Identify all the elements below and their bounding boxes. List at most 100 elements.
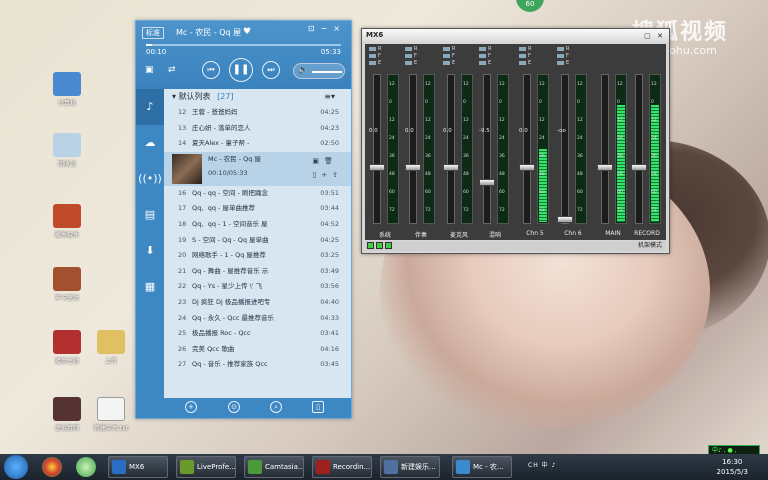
mv-icon[interactable]: ▤ <box>136 197 164 233</box>
row-duration: 04:40 <box>320 297 339 306</box>
search-icon[interactable]: ⌕ <box>270 401 282 413</box>
progress-bar[interactable] <box>146 44 341 46</box>
playlist-row[interactable]: 18 Qq、qq - 1 - 空间音乐 屋 04:52 <box>164 217 351 233</box>
apps-grid-icon[interactable]: ▦ <box>136 269 164 305</box>
volume-control[interactable]: 🔈 <box>293 63 345 79</box>
next-button[interactable]: ⏭ <box>262 61 280 79</box>
channel-route-buttons[interactable]: RFE <box>557 46 569 67</box>
desktop-icon-folder[interactable]: 上传 <box>86 330 136 365</box>
phone-icon[interactable]: ▯ <box>312 401 324 413</box>
desktop-icon-label: 上传 <box>104 358 117 365</box>
taskbar-item[interactable]: Mc - 农... <box>452 456 512 478</box>
window-controls[interactable]: ⊡−× <box>308 24 346 33</box>
fader-track[interactable] <box>635 74 643 224</box>
now-playing-time: 00:10/05:33 <box>208 168 248 177</box>
fader-track[interactable] <box>523 74 531 224</box>
lyrics-icon[interactable]: ▣ <box>145 65 154 75</box>
row-number: 23 <box>178 297 187 306</box>
add-icon[interactable]: + <box>185 401 197 413</box>
desktop-icon-recycle-bin[interactable]: 回收站 <box>42 133 92 168</box>
playlist-row[interactable]: 20 网络歌手 - 1 - Qq 屋推荐 03:25 <box>164 248 351 264</box>
row-duration: 03:44 <box>320 204 339 213</box>
app-icon <box>456 460 470 474</box>
now-playing-row[interactable]: Mc - 农民 - Qq 屋 00:10/05:33 ▣🗑 ▯+⇪ <box>164 151 351 186</box>
row-number: 19 <box>178 235 187 244</box>
channel-route-buttons[interactable]: RFE <box>369 46 381 67</box>
shuffle-icon[interactable]: ⇄ <box>168 65 176 75</box>
channel-route-buttons[interactable]: RFE <box>479 46 491 67</box>
playlist-row[interactable]: 25 极品播报 Roc - Qcc 03:41 <box>164 326 351 342</box>
desktop-icon-app-3[interactable]: 播音主题 <box>42 330 92 365</box>
playlist-row[interactable]: 27 Qq - 音乐 - 推荐家族 Qcc 03:45 <box>164 357 351 373</box>
fader-knob[interactable] <box>597 164 613 171</box>
playlist-row[interactable]: 17 Qq、qq - 屋单曲推荐 03:44 <box>164 201 351 217</box>
playlist-row[interactable]: 26 完美 Qcc 歌曲 04:16 <box>164 342 351 358</box>
playlist-row[interactable]: 16 Qq - qq - 空间 - 刷把踊念 03:51 <box>164 186 351 202</box>
desktop-icon-app-2[interactable]: 声卡驱动 <box>42 267 92 302</box>
mixer-titlebar[interactable]: MX6 ▢ ✕ <box>362 29 669 42</box>
cloud-icon[interactable]: ☁ <box>136 125 164 161</box>
meter-scale: 12 0 12 24 36 48 60 72 <box>539 82 545 213</box>
recycle-bin-icon <box>53 133 81 157</box>
playlist-row[interactable]: 21 Qq - 舞曲 - 屋推荐音乐 示 03:49 <box>164 264 351 280</box>
playlist-row[interactable]: 22 Qq - Ys - 星少上传 \' 飞 03:56 <box>164 279 351 295</box>
playlist-row[interactable]: 13 庄心妍 - 落单的恋人 04:23 <box>164 121 351 137</box>
volume-slider[interactable] <box>312 71 342 73</box>
desktop-icon-app-4[interactable]: 虚拟音频 <box>42 397 92 432</box>
desktop-icon-computer[interactable]: 计算机 <box>42 72 92 107</box>
window-controls[interactable]: ▢ ✕ <box>644 30 665 43</box>
desktop-icon-label: 回收站 <box>57 161 76 168</box>
fader-knob[interactable] <box>443 164 459 171</box>
row-actions[interactable]: ▣🗑 ▯+⇪ <box>312 154 343 182</box>
channel-route-buttons[interactable]: RFE <box>519 46 531 67</box>
rack-mode-label[interactable]: 机架模式 <box>638 241 662 251</box>
mixer-channel: 12 0 12 24 36 48 60 72 RECORD <box>627 44 667 240</box>
desktop-icon-app-1[interactable]: 聚秀软件 <box>42 204 92 239</box>
system-tray[interactable]: CH 中 ♪ <box>528 460 556 469</box>
fader-knob[interactable] <box>631 164 647 171</box>
playlist-row[interactable]: 14 夏天Alex - 童子帮 - 02:50 <box>164 136 351 152</box>
row-duration: 04:16 <box>320 344 339 353</box>
fader-knob[interactable] <box>405 164 421 171</box>
refresh-app-icon[interactable] <box>76 457 96 477</box>
fader-knob[interactable] <box>479 179 495 186</box>
chrome-icon[interactable] <box>42 457 62 477</box>
playlist-header[interactable]: ▾ 默认列表 [27] ≡▾ <box>164 89 351 105</box>
playlist-row[interactable]: 12 王蓉 - 爸爸妈妈 04:25 <box>164 105 351 121</box>
download-icon[interactable]: ⬇ <box>136 233 164 269</box>
start-button[interactable] <box>4 455 28 479</box>
clock[interactable]: 16:30 2015/5/3 <box>717 457 748 477</box>
fader-track[interactable] <box>409 74 417 224</box>
mode-tag[interactable]: 标准 <box>142 27 164 39</box>
heart-icon[interactable]: ♥ <box>243 27 251 37</box>
taskbar-item[interactable]: 新建娱乐... <box>380 456 440 478</box>
desktop-icon-text-file[interactable]: 新建文本.txt <box>86 397 136 432</box>
row-duration: 04:33 <box>320 313 339 322</box>
taskbar-item[interactable]: MX6 <box>108 456 168 478</box>
fader-knob[interactable] <box>369 164 385 171</box>
status-led <box>367 242 374 249</box>
playlist-row[interactable]: 23 Dj 疯狂 Dj 极品播报进吧专 04:40 <box>164 295 351 311</box>
previous-button[interactable]: ⏮ <box>202 61 220 79</box>
pause-button[interactable]: ❚❚ <box>229 58 253 82</box>
taskbar-item[interactable]: Camtasia... <box>244 456 304 478</box>
fader-track[interactable] <box>373 74 381 224</box>
taskbar-item[interactable]: LiveProfe... <box>176 456 236 478</box>
channel-route-buttons[interactable]: RFE <box>443 46 455 67</box>
playlist-row[interactable]: 24 Qq - 永久 - Qcc 最推荐音乐 04:33 <box>164 311 351 327</box>
fader-track[interactable] <box>601 74 609 224</box>
music-note-icon[interactable]: ♪ <box>136 89 164 125</box>
radio-icon[interactable]: ((•)) <box>136 161 164 197</box>
channel-route-buttons[interactable]: RFE <box>405 46 417 67</box>
fader-track[interactable] <box>561 74 569 224</box>
locate-icon[interactable]: ⊙ <box>228 401 240 413</box>
playlist-row[interactable]: 19 S - 空间 - Qq - Qq 屋单曲 04:25 <box>164 233 351 249</box>
fader-knob[interactable] <box>557 216 573 223</box>
fader-track[interactable] <box>483 74 491 224</box>
taskbar-item[interactable]: Recordin... <box>312 456 372 478</box>
desktop-icon-label: 声卡驱动 <box>54 295 79 302</box>
fader-track[interactable] <box>447 74 455 224</box>
clock-time: 16:30 <box>722 458 743 466</box>
fader-knob[interactable] <box>519 164 535 171</box>
list-menu-icon[interactable]: ≡▾ <box>324 89 335 105</box>
